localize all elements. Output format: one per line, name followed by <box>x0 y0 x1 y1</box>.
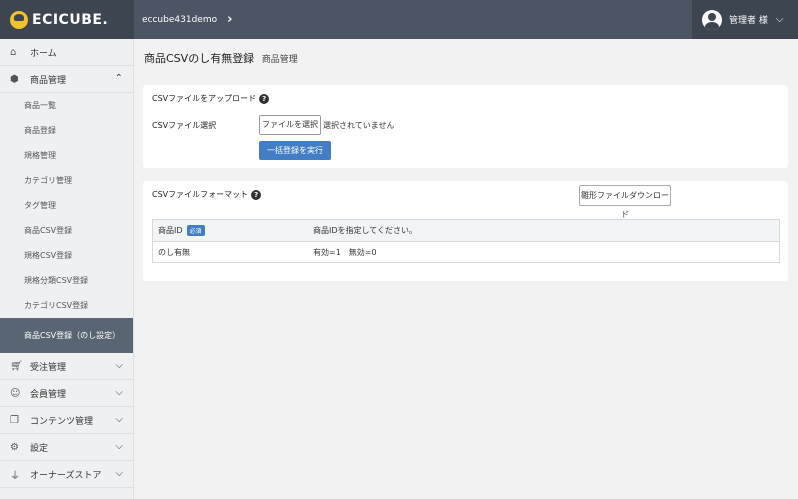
users-icon: ☺ <box>10 387 21 399</box>
cube-logo-icon <box>10 10 28 29</box>
template-download-button[interactable]: 雛形ファイルダウンロード <box>579 185 671 219</box>
chevron-down-icon: ⌵ <box>115 441 123 452</box>
top-header: ECICUBE. eccube431demo › 管理者 様 ⌵ <box>0 0 798 39</box>
file-status: 選択されていません <box>323 121 395 130</box>
sidebar: ⌂ ホーム ⬢ 商品管理 ⌃ 商品一覧 商品登録 規格管理 カテゴリ管理 タグ管… <box>0 39 134 499</box>
sidebar-group-store[interactable]: ⏚ オーナーズストア ⌵ <box>0 461 133 488</box>
gear-icon: ⚙ <box>10 441 19 453</box>
sidebar-group-customers[interactable]: ☺ 会員管理 ⌵ <box>0 380 133 407</box>
table-cell-name: 商品ID 必須 <box>153 225 313 236</box>
sidebar-group-label: 商品管理 <box>30 75 67 86</box>
file-icon: ❐ <box>10 414 19 426</box>
logo-text: ECICUBE. <box>32 11 109 28</box>
question-icon[interactable]: ? <box>259 93 270 104</box>
format-card-title-text: CSVファイルフォーマット <box>152 190 249 199</box>
sidebar-item-tag[interactable]: タグ管理 <box>0 193 133 218</box>
home-icon: ⌂ <box>10 46 17 58</box>
sidebar-group-contents[interactable]: ❐ コンテンツ管理 ⌵ <box>0 407 133 434</box>
table-row: 商品ID 必須 商品IDを指定してください。 <box>153 220 779 241</box>
sidebar-item-noshi-csv[interactable]: 商品CSV登録（のし設定） <box>0 318 133 353</box>
field-name: 商品ID <box>158 226 183 235</box>
cart-icon: 🛒︎ <box>10 360 23 372</box>
table-cell-desc: 有効=1 無効=0 <box>313 247 377 257</box>
sidebar-item-class-csv[interactable]: 規格CSV登録 <box>0 243 133 268</box>
chevron-right-icon: › <box>227 12 233 27</box>
chevron-down-icon: ⌵ <box>115 414 123 425</box>
shop-link[interactable]: eccube431demo › <box>142 12 232 27</box>
sidebar-item-category[interactable]: カテゴリ管理 <box>0 168 133 193</box>
sidebar-item-product-csv[interactable]: 商品CSV登録 <box>0 218 133 243</box>
chevron-down-icon: ⌵ <box>115 387 123 398</box>
page-title-sub: 商品管理 <box>261 55 298 65</box>
format-card: CSVファイルフォーマット ? 雛形ファイルダウンロード 商品ID 必須 商品I… <box>143 181 788 281</box>
main-content: 商品CSVのし有無登録 商品管理 CSVファイルをアップロード ? CSVファイ… <box>134 39 798 499</box>
sidebar-group-settings[interactable]: ⚙ 設定 ⌵ <box>0 434 133 461</box>
sidebar-item-home[interactable]: ⌂ ホーム <box>0 39 133 66</box>
required-badge: 必須 <box>186 225 205 236</box>
shop-name: eccube431demo <box>142 14 218 25</box>
page-title-text: 商品CSVのし有無登録 <box>144 52 255 65</box>
question-icon[interactable]: ? <box>251 189 262 200</box>
bulk-register-button[interactable]: 一括登録を実行 <box>259 141 331 160</box>
choose-file-button[interactable]: ファイルを選択 <box>259 115 321 135</box>
sidebar-group-orders[interactable]: 🛒︎ 受注管理 ⌵ <box>0 353 133 380</box>
sidebar-item-category-csv[interactable]: カテゴリCSV登録 <box>0 293 133 318</box>
sidebar-group-label: 受注管理 <box>30 362 67 373</box>
logo[interactable]: ECICUBE. <box>0 0 134 39</box>
table-cell-desc: 商品IDを指定してください。 <box>313 226 418 235</box>
csv-file-label: CSVファイル選択 <box>152 121 217 130</box>
sidebar-group-label: 設定 <box>30 443 49 454</box>
user-menu[interactable]: 管理者 様 ⌵ <box>692 0 798 39</box>
table-row: のし有無 有効=1 無効=0 <box>153 241 779 262</box>
chevron-down-icon: ⌵ <box>115 468 123 479</box>
chevron-down-icon: ⌵ <box>775 14 784 25</box>
sidebar-group-label: オーナーズストア <box>30 470 102 481</box>
upload-card-title-text: CSVファイルをアップロード <box>152 94 257 103</box>
sidebar-group-label: 会員管理 <box>30 389 67 400</box>
sidebar-group-products[interactable]: ⬢ 商品管理 ⌃ <box>0 66 133 93</box>
upload-card-title: CSVファイルをアップロード ? <box>152 93 270 104</box>
sidebar-item-product-list[interactable]: 商品一覧 <box>0 93 133 118</box>
format-table: 商品ID 必須 商品IDを指定してください。 のし有無 有効=1 無効=0 <box>152 219 780 263</box>
format-card-title: CSVファイルフォーマット ? <box>152 189 262 200</box>
sidebar-item-class-category-csv[interactable]: 規格分類CSV登録 <box>0 268 133 293</box>
sidebar-item-class[interactable]: 規格管理 <box>0 143 133 168</box>
sidebar-item-label: ホーム <box>30 48 57 59</box>
user-name: 管理者 様 <box>729 16 768 26</box>
sidebar-item-product-register[interactable]: 商品登録 <box>0 118 133 143</box>
user-avatar-icon <box>702 9 722 30</box>
chevron-up-icon: ⌃ <box>114 73 123 84</box>
cube-icon: ⬢ <box>10 73 19 85</box>
page-title: 商品CSVのし有無登録 商品管理 <box>144 50 298 66</box>
upload-card: CSVファイルをアップロード ? CSVファイル選択 ファイルを選択 選択されて… <box>143 85 788 168</box>
plug-icon: ⏚ <box>10 470 20 482</box>
chevron-down-icon: ⌵ <box>115 360 123 371</box>
table-cell-name: のし有無 <box>153 247 313 258</box>
field-name: のし有無 <box>158 247 190 257</box>
sidebar-group-label: コンテンツ管理 <box>30 416 94 427</box>
